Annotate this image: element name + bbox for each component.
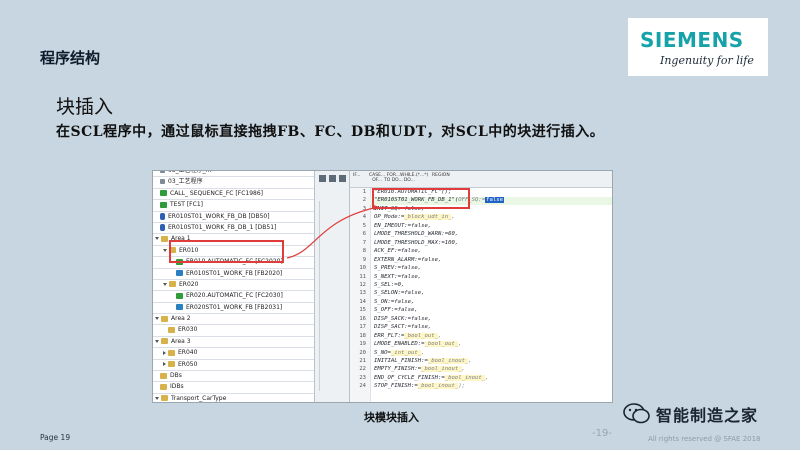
drag-arrow — [286, 204, 379, 259]
figure-caption: 块模块插入 — [364, 411, 419, 424]
wechat-account-name: 智能制造之家 — [656, 406, 759, 425]
page-label: Page 19 — [40, 433, 71, 442]
page-number: -19- — [592, 428, 612, 439]
copyright-text: All rights reserved @ SFAE 2018 — [648, 435, 761, 443]
wechat-icon — [623, 403, 650, 424]
